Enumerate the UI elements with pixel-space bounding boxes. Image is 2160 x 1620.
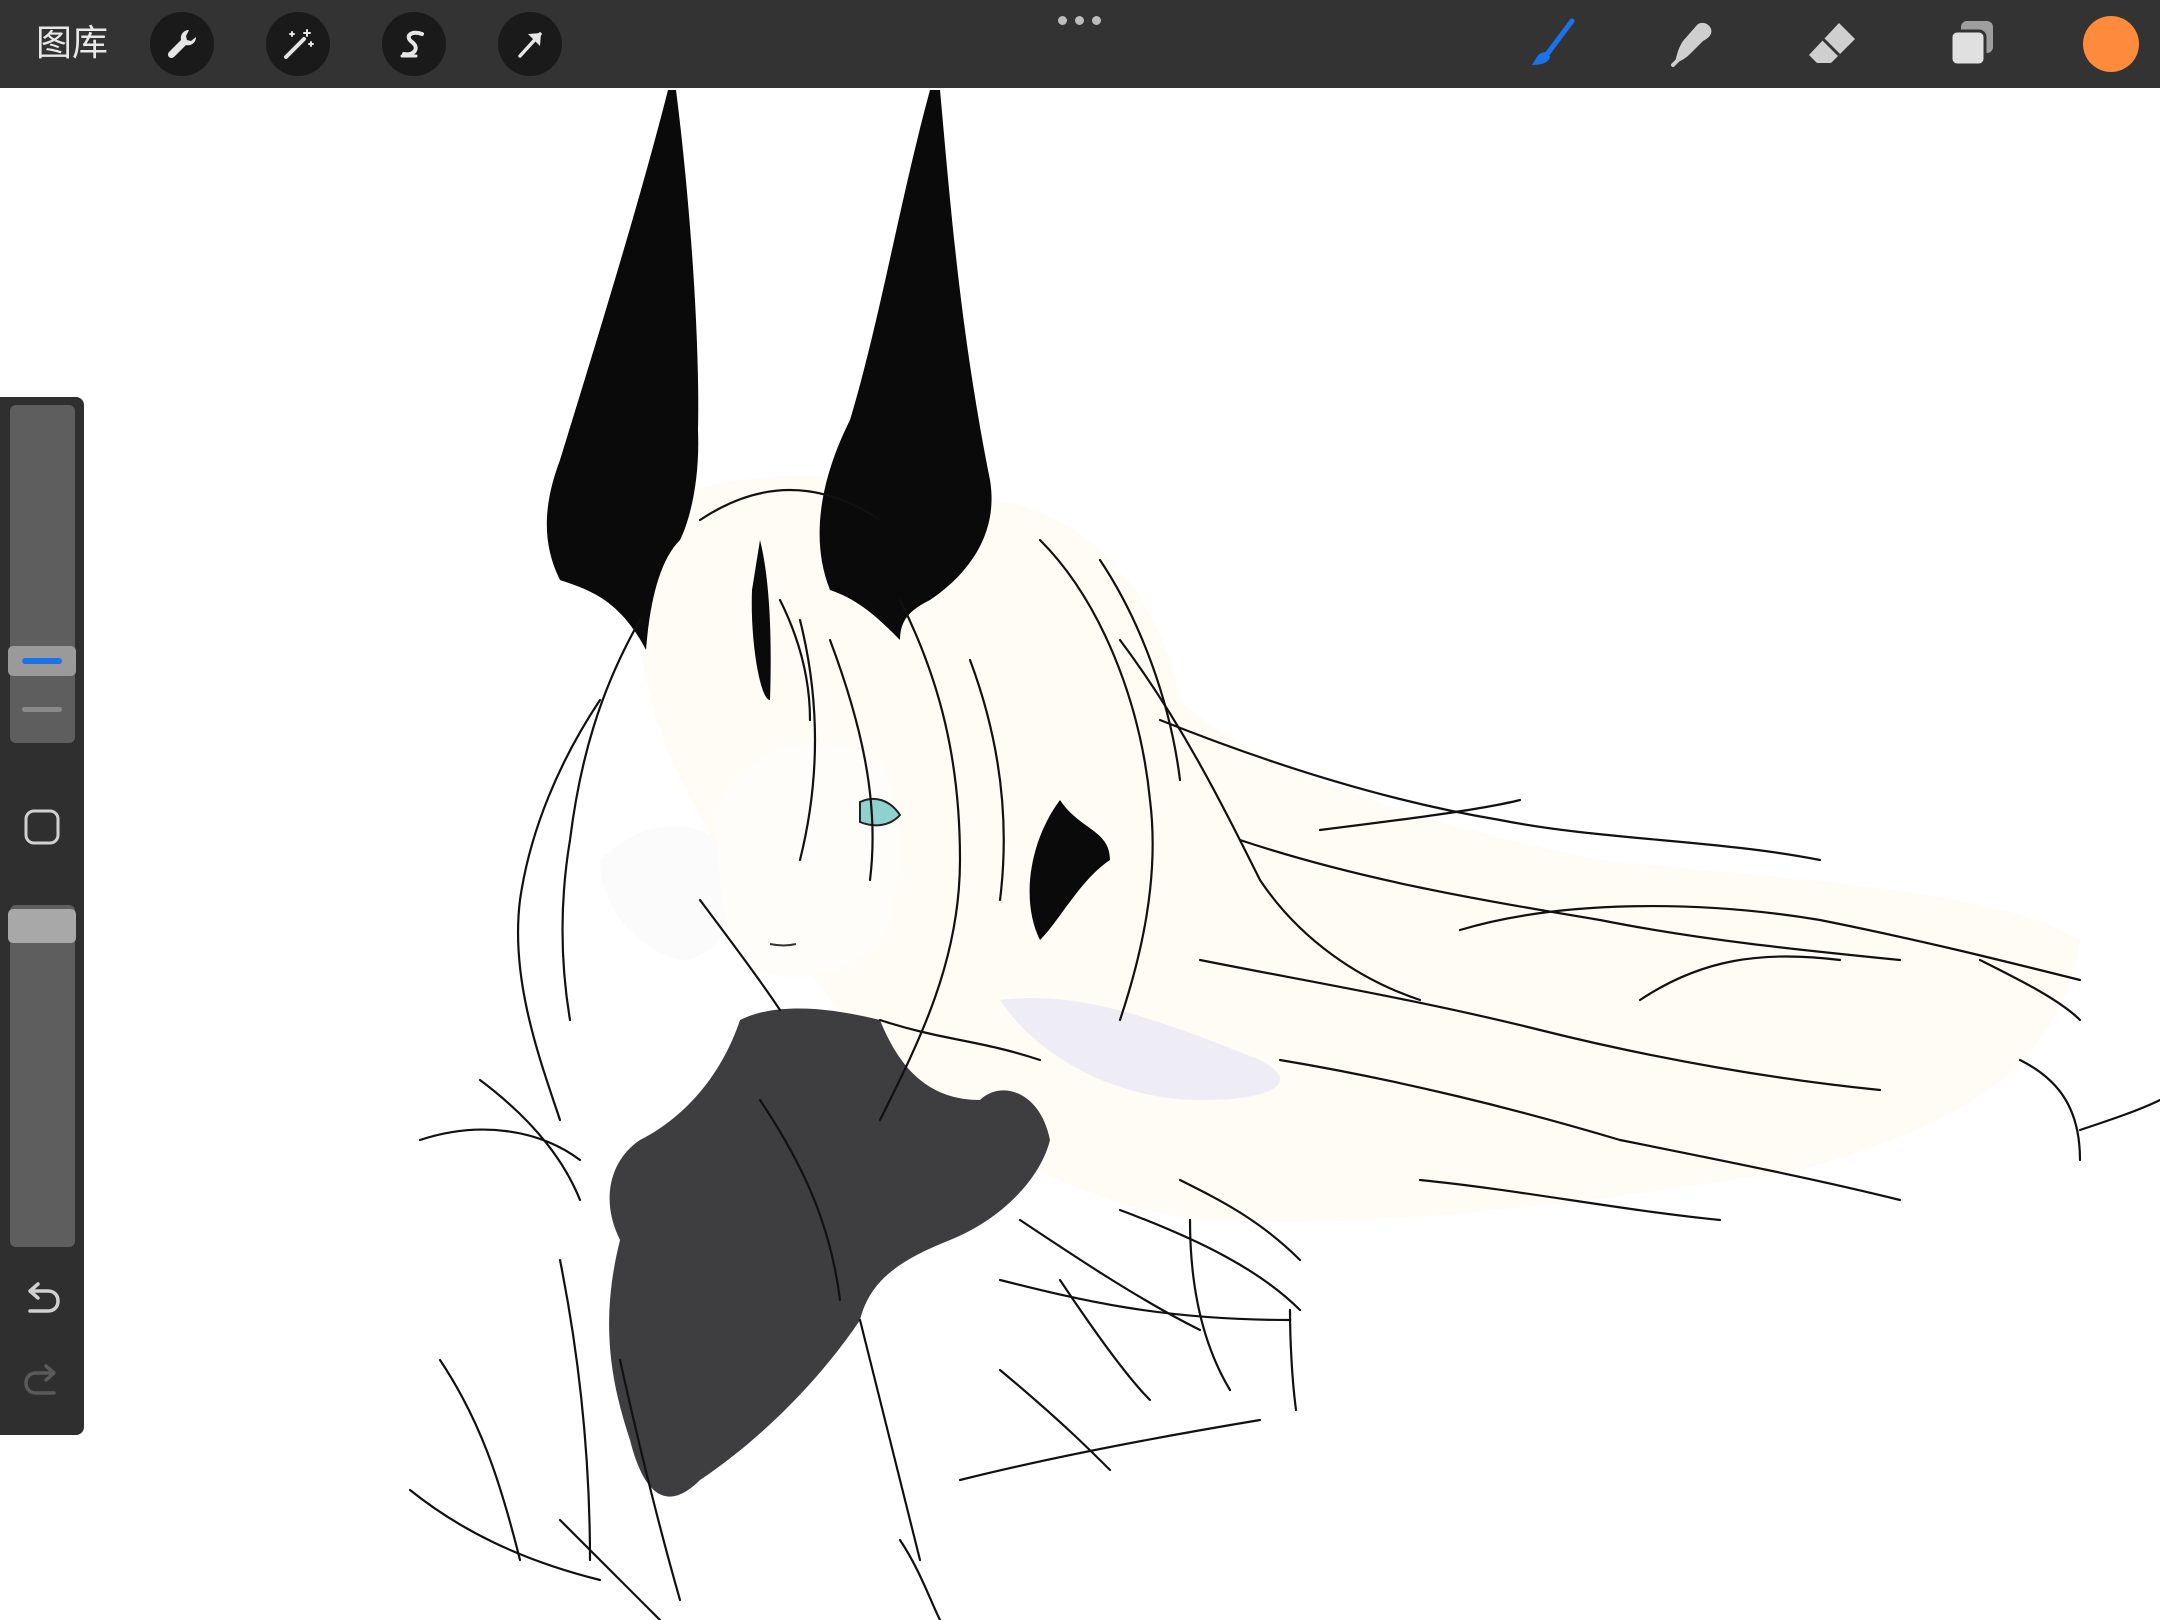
- selection-button[interactable]: [382, 12, 446, 76]
- arrow-cursor-icon: [518, 32, 542, 58]
- smudge-tool-button[interactable]: [1662, 14, 1722, 74]
- selection-s-icon: [400, 30, 424, 58]
- smudge-icon: [1671, 22, 1712, 67]
- wrench-icon: [167, 29, 197, 59]
- color-picker-button[interactable]: [2083, 16, 2139, 72]
- brush-tool-button[interactable]: [1523, 14, 1583, 74]
- transform-button[interactable]: [498, 12, 562, 76]
- gallery-button[interactable]: 图库: [36, 22, 108, 66]
- brush-icon: [1532, 18, 1575, 65]
- layers-button[interactable]: [1942, 14, 2002, 74]
- eraser-icon: [1809, 23, 1855, 63]
- toolbar-grip-handle[interactable]: [1056, 14, 1104, 26]
- eraser-tool-button[interactable]: [1802, 14, 1862, 74]
- layers-icon: [1949, 21, 1993, 67]
- drawing-canvas[interactable]: [0, 88, 2160, 1620]
- magic-wand-icon: [284, 29, 314, 59]
- top-toolbar: 图库: [0, 0, 2160, 88]
- actions-button[interactable]: [150, 12, 214, 76]
- adjustments-button[interactable]: [266, 12, 330, 76]
